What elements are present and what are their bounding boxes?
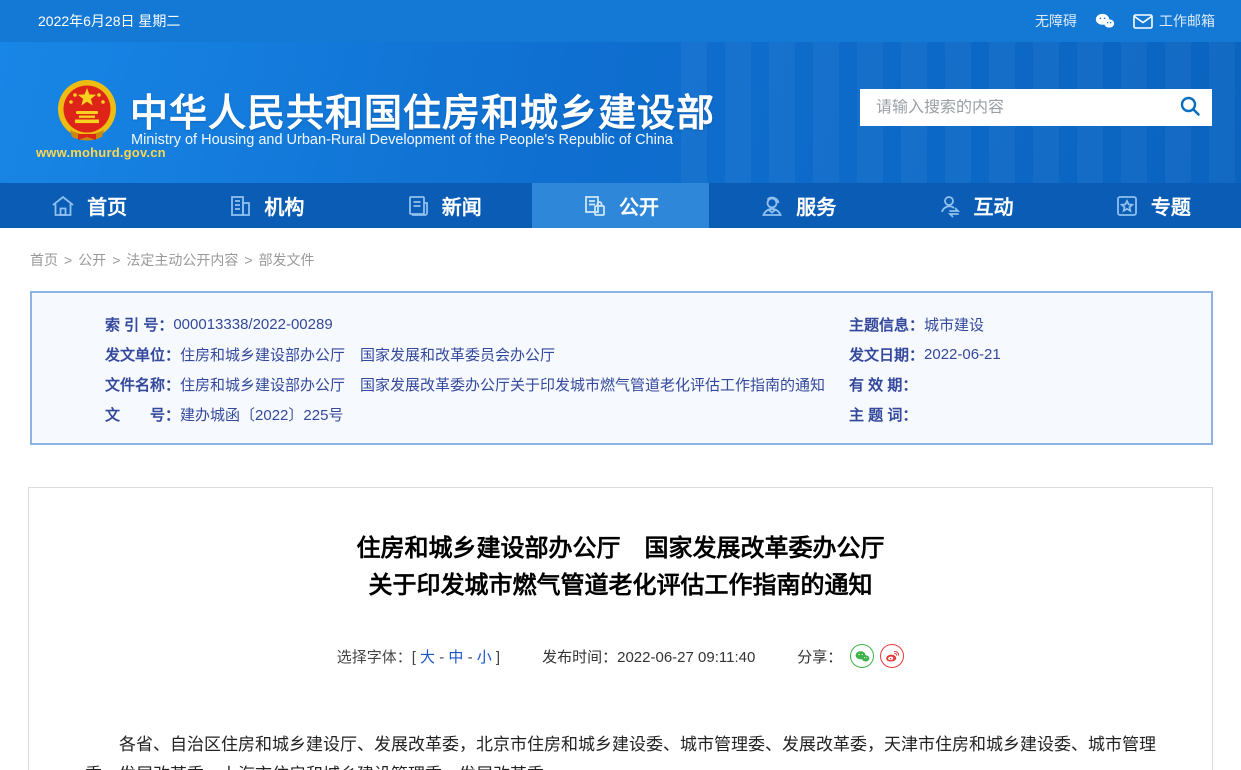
nav-item-service[interactable]: 服务 <box>709 183 886 228</box>
font-size-medium[interactable]: 中 <box>448 649 463 666</box>
info-row-issuer: 发文单位： 住房和城乡建设部办公厅 国家发展和改革委员会办公厅 <box>105 339 849 369</box>
search-icon <box>1179 95 1201 120</box>
info-row-validity: 有 效 期： <box>849 369 1211 399</box>
main-nav: 首页 机构 新闻 公开 服务 互动 专题 <box>0 183 1241 228</box>
mail-icon <box>1133 14 1153 29</box>
china-national-emblem <box>56 78 118 149</box>
article-title-line2: 关于印发城市燃气管道老化评估工作指南的通知 <box>29 567 1212 604</box>
font-size-large[interactable]: 大 <box>420 649 435 666</box>
disclosure-icon <box>582 194 608 218</box>
nav-item-home[interactable]: 首页 <box>0 183 177 228</box>
breadcrumb-statutory[interactable]: 法定主动公开内容 <box>126 252 238 268</box>
font-size-selector: 选择字体：[ 大 - 中 - 小 ] <box>337 646 500 667</box>
publish-time: 发布时间：2022-06-27 09:11:40 <box>542 646 755 667</box>
breadcrumb: 首页>公开>法定主动公开内容>部发文件 <box>0 228 1241 284</box>
current-date: 2022年6月28日 星期二 <box>38 11 180 31</box>
wechat-share-icon[interactable] <box>850 644 874 668</box>
site-title-cn: 中华人民共和国住房和城乡建设部 <box>130 82 715 137</box>
breadcrumb-disclosure[interactable]: 公开 <box>78 252 106 268</box>
search-box <box>860 89 1212 126</box>
service-icon <box>759 194 785 218</box>
info-row-topic: 主题信息： 城市建设 <box>849 309 1211 339</box>
nav-item-disclosure[interactable]: 公开 <box>532 183 709 228</box>
wechat-icon[interactable] <box>1095 12 1115 30</box>
share-label: 分享： <box>797 646 842 667</box>
article-container: 住房和城乡建设部办公厅 国家发展改革委办公厅 关于印发城市燃气管道老化评估工作指… <box>28 487 1213 770</box>
site-title-en: Ministry of Housing and Urban-Rural Deve… <box>131 132 673 148</box>
breadcrumb-home[interactable]: 首页 <box>30 252 58 268</box>
weibo-share-icon[interactable] <box>880 644 904 668</box>
doc-info-box: 索 引 号： 000013338/2022-00289 发文单位： 住房和城乡建… <box>30 291 1213 445</box>
search-button[interactable] <box>1168 89 1212 126</box>
org-icon <box>227 194 253 218</box>
article-body-text: 各省、自治区住房和城乡建设厅、发展改革委，北京市住房和城乡建设委、城市管理委、发… <box>29 730 1212 770</box>
nav-item-org[interactable]: 机构 <box>177 183 354 228</box>
article-title-line1: 住房和城乡建设部办公厅 国家发展改革委办公厅 <box>29 530 1212 567</box>
home-icon <box>50 194 76 218</box>
topics-icon <box>1114 194 1140 218</box>
search-input[interactable] <box>860 99 1168 117</box>
info-row-index: 索 引 号： 000013338/2022-00289 <box>105 309 849 339</box>
article-meta-bar: 选择字体：[ 大 - 中 - 小 ] 发布时间：2022-06-27 09:11… <box>29 644 1212 668</box>
nav-item-topics[interactable]: 专题 <box>1064 183 1241 228</box>
news-icon <box>405 194 431 218</box>
nav-item-interact[interactable]: 互动 <box>886 183 1063 228</box>
accessibility-link[interactable]: 无障碍 <box>1035 11 1077 31</box>
info-row-doc-number: 文 号： 建办城函〔2022〕225号 <box>105 399 849 429</box>
nav-item-news[interactable]: 新闻 <box>355 183 532 228</box>
interact-icon <box>937 194 963 218</box>
info-row-issue-date: 发文日期： 2022-06-21 <box>849 339 1211 369</box>
breadcrumb-ministry-docs[interactable]: 部发文件 <box>259 252 315 268</box>
site-header: www.mohurd.gov.cn 中华人民共和国住房和城乡建设部 Minist… <box>0 42 1241 183</box>
article-title: 住房和城乡建设部办公厅 国家发展改革委办公厅 关于印发城市燃气管道老化评估工作指… <box>29 530 1212 604</box>
font-size-small[interactable]: 小 <box>477 649 492 666</box>
info-row-keywords: 主 题 词： <box>849 399 1211 429</box>
info-row-doc-name: 文件名称： 住房和城乡建设部办公厅 国家发展改革委办公厅关于印发城市燃气管道老化… <box>105 369 849 399</box>
top-bar: 2022年6月28日 星期二 无障碍 工作邮箱 <box>0 0 1241 42</box>
work-mailbox-link[interactable]: 工作邮箱 <box>1133 11 1215 31</box>
